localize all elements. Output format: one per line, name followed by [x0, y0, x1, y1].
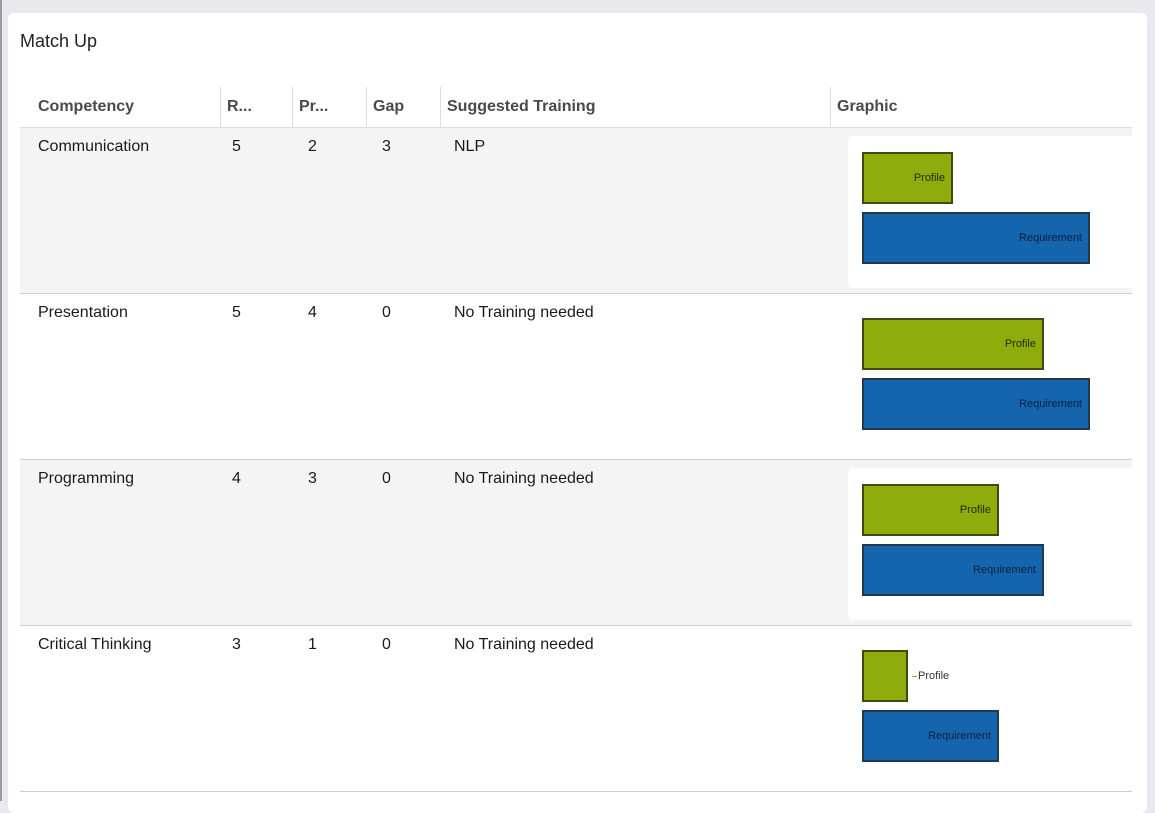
panel-title: Match Up: [20, 31, 98, 51]
competency-bar-chart: Profile Requirement: [848, 634, 1136, 786]
grid-header: Competency R... Pr... Gap Suggested Trai…: [20, 87, 1132, 128]
profile-bar-label: Profile: [1004, 338, 1036, 350]
table-row[interactable]: Programming 4 3 0 No Training needed Profile R…: [20, 460, 1136, 626]
column-header-competency[interactable]: Competency: [32, 87, 220, 127]
requirement-bar: Requirement: [862, 710, 999, 762]
requirement-cell: 5: [232, 138, 241, 155]
suggested-training-cell: No Training needed: [454, 636, 594, 653]
requirement-bar: Requirement: [862, 544, 1044, 596]
column-header-requirement[interactable]: R...: [220, 87, 292, 127]
match-up-grid: Competency R... Pr... Gap Suggested Trai…: [20, 87, 1136, 792]
suggested-training-cell: No Training needed: [454, 470, 594, 487]
requirement-bar-label: Requirement: [1019, 232, 1082, 244]
profile-bar: Profile: [862, 650, 949, 702]
table-row[interactable]: Critical Thinking 3 1 0 No Training needed Pr…: [20, 626, 1136, 792]
profile-cell: 4: [308, 304, 317, 321]
competency-cell: Presentation: [38, 304, 128, 321]
match-up-panel: Match Up Competency R... Pr... Gap Sugge…: [8, 13, 1147, 813]
table-row[interactable]: Communication 5 2 3 NLP Profile Requirement: [20, 128, 1136, 294]
column-header-graphic[interactable]: Graphic: [830, 87, 1132, 127]
profile-bar-label: Profile: [959, 504, 991, 516]
profile-bar-label: Profile: [912, 670, 949, 682]
competency-cell: Programming: [38, 470, 135, 487]
profile-cell: 3: [308, 470, 317, 487]
window-left-edge: [0, 0, 2, 801]
column-header-profile[interactable]: Pr...: [292, 87, 366, 127]
gap-cell: 0: [382, 636, 391, 653]
requirement-bar: Requirement: [862, 378, 1090, 430]
grid-body: Communication 5 2 3 NLP Profile Requirement Pre…: [20, 128, 1136, 792]
requirement-bar-label: Requirement: [973, 564, 1036, 576]
requirement-cell: 3: [232, 636, 241, 653]
requirement-cell: 4: [232, 470, 241, 487]
gap-cell: 3: [382, 138, 391, 155]
profile-bar: Profile: [862, 484, 999, 536]
competency-cell: Critical Thinking: [38, 636, 152, 653]
profile-cell: 2: [308, 138, 317, 155]
suggested-training-cell: NLP: [454, 138, 486, 155]
competency-bar-chart: Profile Requirement: [848, 302, 1136, 454]
profile-cell: 1: [308, 636, 317, 653]
gap-cell: 0: [382, 304, 391, 321]
gap-cell: 0: [382, 470, 391, 487]
requirement-cell: 5: [232, 304, 241, 321]
column-header-gap[interactable]: Gap: [366, 87, 440, 127]
requirement-bar: Requirement: [862, 212, 1090, 264]
profile-bar: Profile: [862, 318, 1044, 370]
profile-bar-label: Profile: [913, 172, 945, 184]
competency-bar-chart: Profile Requirement: [848, 468, 1136, 620]
profile-bar: Profile: [862, 152, 953, 204]
competency-cell: Communication: [38, 138, 150, 155]
competency-bar-chart: Profile Requirement: [848, 136, 1136, 288]
requirement-bar-label: Requirement: [1019, 398, 1082, 410]
requirement-bar-label: Requirement: [928, 730, 991, 742]
suggested-training-cell: No Training needed: [454, 304, 594, 321]
table-row[interactable]: Presentation 5 4 0 No Training needed Profile…: [20, 294, 1136, 460]
column-header-suggested-training[interactable]: Suggested Training: [440, 87, 830, 127]
